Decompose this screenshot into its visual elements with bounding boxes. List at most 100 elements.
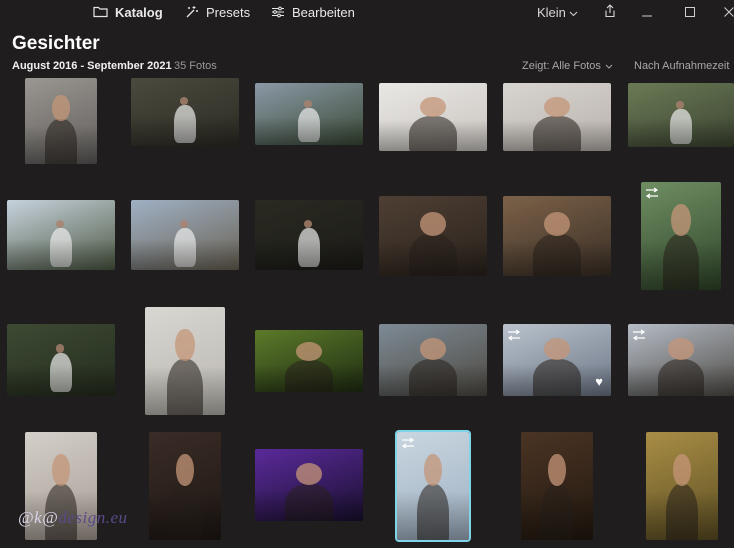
photo-thumbnail[interactable] — [131, 200, 239, 270]
photo-subject-head — [544, 212, 570, 236]
photo-subject-head — [179, 219, 189, 228]
share-icon — [604, 3, 616, 21]
edited-badge-icon — [401, 436, 415, 449]
maximize-button[interactable] — [683, 3, 697, 21]
photo-shade — [131, 238, 239, 270]
photo-thumbnail[interactable]: ♥ — [503, 324, 611, 396]
photo-thumbnail[interactable] — [131, 78, 239, 146]
photo-thumbnail[interactable] — [255, 449, 363, 521]
tab-presets[interactable]: Presets — [185, 3, 250, 21]
photo-subject-head — [175, 328, 195, 361]
tab-label: Bearbeiten — [292, 4, 355, 20]
photo-subject-head — [176, 453, 194, 486]
photo-thumbnail[interactable] — [379, 324, 487, 396]
photo-thumbnail[interactable] — [503, 83, 611, 151]
sort-label: Nach Aufnahmezeit — [634, 60, 730, 72]
size-label: Klein — [537, 4, 566, 20]
size-dropdown[interactable]: Klein — [537, 3, 578, 21]
photo-subject-head — [548, 453, 566, 486]
photo-shade — [25, 125, 97, 164]
photo-thumbnail[interactable] — [7, 324, 115, 396]
photo-thumbnail[interactable] — [379, 83, 487, 151]
tab-label: Katalog — [115, 4, 163, 20]
photo-shade — [145, 366, 225, 415]
photo-shade — [255, 364, 363, 392]
photo-shade — [149, 491, 221, 540]
photo-shade — [628, 363, 734, 396]
photo-thumbnail[interactable] — [646, 432, 718, 540]
magic-wand-icon — [185, 5, 199, 19]
photo-subject-head — [420, 212, 446, 236]
photo-subject-head — [671, 203, 691, 236]
close-button[interactable] — [724, 3, 734, 21]
photo-subject-head — [55, 344, 65, 353]
photo-subject-head — [52, 453, 70, 486]
date-range: August 2016 - September 2021 — [12, 60, 172, 72]
heart-icon[interactable]: ♥ — [595, 375, 603, 388]
photo-shade — [628, 118, 734, 147]
photo-subject-head — [420, 338, 446, 360]
photo-thumbnail[interactable] — [145, 307, 225, 415]
photo-shade — [131, 115, 239, 146]
photo-subject-head — [296, 463, 322, 485]
photo-subject-head — [420, 96, 446, 117]
photo-shade — [255, 117, 363, 145]
tab-label: Presets — [206, 4, 251, 20]
photo-subject-head — [55, 219, 65, 228]
minimize-icon — [642, 5, 652, 20]
tab-bearbeiten[interactable]: Bearbeiten — [271, 3, 355, 21]
photo-subject-head — [296, 342, 322, 361]
photo-thumbnail[interactable] — [255, 330, 363, 392]
filter-label: Zeigt: Alle Fotos — [522, 60, 601, 72]
sliders-icon — [271, 6, 285, 18]
photo-shade — [397, 491, 469, 540]
filter-dropdown[interactable]: Zeigt: Alle Fotos — [522, 60, 613, 72]
photo-thumbnail[interactable] — [628, 324, 734, 396]
photo-thumbnail[interactable] — [7, 200, 115, 270]
photo-shade — [641, 241, 721, 290]
edited-badge-icon — [632, 328, 646, 341]
photo-thumbnail[interactable] — [149, 432, 221, 540]
minimize-button[interactable] — [640, 3, 654, 21]
page-title: Gesichter — [12, 33, 100, 54]
photo-shade — [646, 491, 718, 540]
edited-badge-icon — [645, 186, 659, 199]
photo-thumbnail[interactable] — [379, 196, 487, 276]
photo-subject-head — [52, 95, 70, 121]
photo-count: 35 Fotos — [174, 60, 217, 72]
photo-subject-head — [544, 96, 570, 117]
photo-shade — [255, 488, 363, 521]
photo-thumbnail[interactable] — [395, 430, 471, 542]
photo-subject-head — [303, 100, 313, 108]
maximize-icon — [685, 5, 695, 20]
photo-thumbnail[interactable] — [25, 78, 97, 164]
close-icon — [724, 5, 734, 20]
photo-grid: ♥ — [0, 78, 734, 548]
tab-katalog[interactable]: Katalog — [93, 3, 163, 21]
photo-thumbnail[interactable] — [641, 182, 721, 290]
photo-subject-head — [544, 338, 570, 360]
sort-dropdown[interactable]: Nach Aufnahmezeit — [634, 60, 729, 72]
photo-subject-head — [668, 338, 694, 360]
photo-thumbnail[interactable] — [255, 200, 363, 270]
photo-subject-head — [675, 100, 685, 109]
photo-thumbnail[interactable] — [255, 83, 363, 145]
photo-thumbnail[interactable] — [628, 83, 734, 147]
share-button[interactable] — [602, 3, 618, 21]
photo-shade — [503, 120, 611, 151]
photo-shade — [7, 363, 115, 396]
folder-icon — [93, 6, 108, 18]
photo-subject-head — [673, 453, 691, 486]
photo-shade — [379, 363, 487, 396]
photo-shade — [255, 238, 363, 270]
photo-subject-head — [424, 453, 442, 486]
photo-thumbnail[interactable] — [521, 432, 593, 540]
watermark: @k@design.eu — [18, 508, 128, 527]
photo-shade — [379, 120, 487, 151]
photo-shade — [7, 238, 115, 270]
chevron-down-icon — [569, 5, 578, 20]
photo-shade — [503, 240, 611, 276]
photo-thumbnail[interactable] — [503, 196, 611, 276]
chevron-down-icon — [605, 60, 613, 72]
top-bar: Katalog Presets Bearbeiten Klein — [0, 0, 734, 26]
